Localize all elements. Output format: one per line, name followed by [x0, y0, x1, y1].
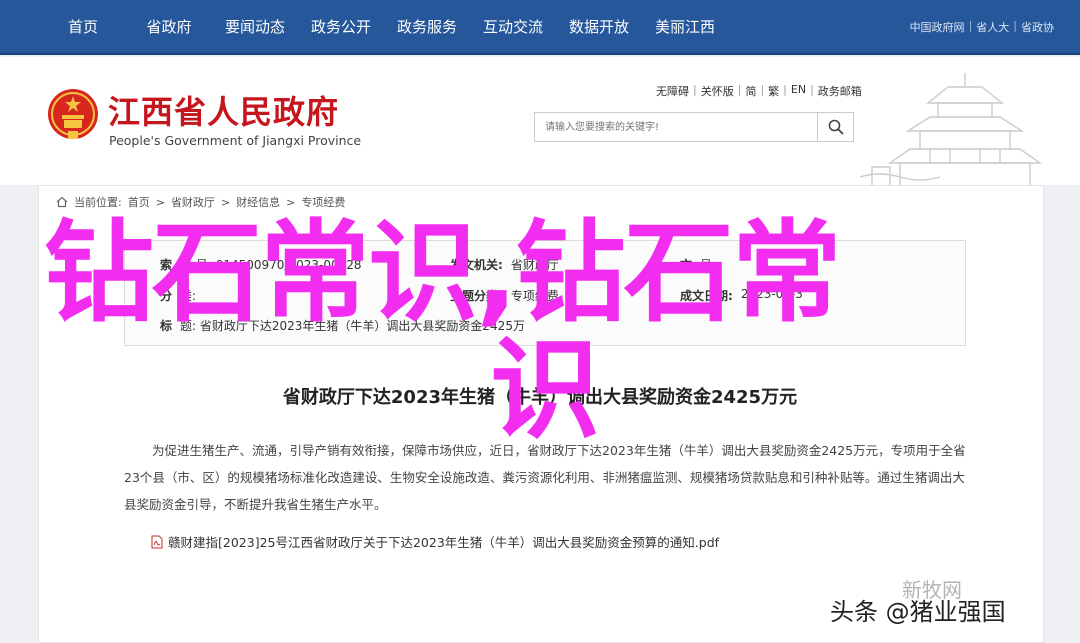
search-input[interactable] [535, 113, 819, 141]
search-box [534, 112, 854, 142]
national-emblem-icon [48, 89, 98, 139]
info-key: 分 [160, 289, 173, 303]
home-icon [56, 196, 68, 208]
info-key: 发文机关: [450, 258, 503, 272]
info-key: 文 [680, 258, 693, 272]
search-icon [828, 119, 844, 135]
link-separator: | [968, 19, 973, 32]
util-separator: | [737, 83, 742, 96]
utility-links: 无障碍 | 关怀版 | 简 | 繁 | EN | 政务邮箱 [656, 83, 862, 99]
info-key: 标 [160, 319, 173, 333]
link-simplified[interactable]: 简 [745, 83, 756, 99]
info-title: 标 题: 省财政厅下达2023年生猪（牛羊）调出大县奖励资金2425万 [160, 317, 525, 334]
nav-item-interaction[interactable]: 互动交流 [470, 0, 556, 55]
breadcrumb-label: 当前位置: [74, 196, 122, 209]
util-separator: | [810, 83, 814, 96]
watermark-bottom: 头条 @猪业强国 [830, 598, 1006, 626]
breadcrumb-separator: > [286, 195, 296, 209]
info-value: 号: [700, 258, 717, 272]
top-nav-items: 首页 省政府 要闻动态 政务公开 政务服务 互动交流 数据开放 美丽江西 [40, 0, 728, 55]
top-nav: 首页 省政府 要闻动态 政务公开 政务服务 互动交流 数据开放 美丽江西 中国政… [0, 0, 1080, 55]
info-value: 2023-05-3 [740, 287, 803, 301]
info-date: 成文日期: 2023-05-3 [680, 287, 803, 304]
nav-item-beautiful-jiangxi[interactable]: 美丽江西 [642, 0, 728, 55]
breadcrumb-item-home[interactable]: 首页 [128, 194, 150, 210]
link-english[interactable]: EN [791, 83, 806, 99]
link-traditional[interactable]: 繁 [768, 83, 779, 99]
link-npc[interactable]: 省人大 [976, 19, 1009, 35]
util-separator: | [783, 83, 787, 96]
link-central-gov[interactable]: 中国政府网 [910, 19, 965, 35]
site-subtitle: People's Government of Jiangxi Province [109, 133, 362, 148]
pavilion-illustration [860, 73, 1043, 185]
article-title: 省财政厅下达2023年生猪（牛羊）调出大县奖励资金2425万元 [282, 387, 798, 408]
info-key: 主题分类: [450, 289, 503, 303]
info-doc-number: 文 号: [680, 256, 716, 273]
nav-item-gov-affairs[interactable]: 政务公开 [298, 0, 384, 55]
info-value: 类: [180, 289, 197, 303]
nav-item-home[interactable]: 首页 [40, 0, 126, 55]
info-value: 省财政厅 [510, 258, 559, 272]
nav-item-news[interactable]: 要闻动态 [212, 0, 298, 55]
link-care-mode[interactable]: 关怀版 [701, 83, 734, 99]
pdf-icon [151, 535, 163, 548]
breadcrumb-item-finance-dept[interactable]: 省财政厅 [171, 194, 215, 210]
info-issuer: 发文机关: 省财政厅 [450, 256, 559, 273]
info-value: 引 号: 014500970/2023-00328 [180, 258, 362, 272]
attachment-filename[interactable]: 赣财建指[2023]25号江西省财政厅关于下达2023年生猪（牛羊）调出大县奖励… [168, 532, 719, 551]
breadcrumb-item-special-funds[interactable]: 专项经费 [301, 194, 345, 210]
info-key: 索 [160, 258, 173, 272]
site-header: 江西省人民政府 People's Government of Jiangxi P… [0, 57, 1080, 185]
nav-item-province-gov[interactable]: 省政府 [126, 0, 212, 55]
link-accessibility[interactable]: 无障碍 [656, 83, 689, 99]
info-value: 题: 省财政厅下达2023年生猪（牛羊）调出大县奖励资金2425万 [180, 319, 525, 333]
breadcrumb-separator: > [155, 195, 165, 209]
info-category: 分 类: [160, 287, 196, 304]
attachment-link[interactable]: 赣财建指[2023]25号江西省财政厅关于下达2023年生猪（牛羊）调出大县奖励… [150, 532, 719, 551]
util-separator: | [693, 83, 697, 96]
search-button[interactable] [817, 113, 853, 141]
info-index: 索 引 号: 014500970/2023-00328 [160, 256, 362, 273]
util-separator: | [760, 83, 765, 96]
top-external-links: 中国政府网 | 省人大 | 省政协 [910, 19, 1054, 35]
article-paragraph: 为促进生猪生产、流通，引导产销有效衔接，保障市场供应，近日，省财政厅下达2023… [124, 443, 966, 512]
info-key: 成文日期: [680, 289, 733, 303]
site-title[interactable]: 江西省人民政府 [108, 87, 339, 133]
breadcrumb: 当前位置: 首页 > 省财政厅 > 财经信息 > 专项经费 [56, 194, 345, 210]
info-value: 专项经费 [510, 289, 559, 303]
link-separator: | [1013, 19, 1017, 32]
breadcrumb-item-finance-info[interactable]: 财经信息 [236, 194, 280, 210]
nav-item-open-data[interactable]: 数据开放 [556, 0, 642, 55]
nav-item-services[interactable]: 政务服务 [384, 0, 470, 55]
link-gov-mail[interactable]: 政务邮箱 [818, 83, 862, 99]
link-cppcc[interactable]: 省政协 [1021, 19, 1054, 35]
breadcrumb-separator: > [220, 195, 231, 209]
info-topic: 主题分类: 专项经费 [450, 287, 559, 304]
